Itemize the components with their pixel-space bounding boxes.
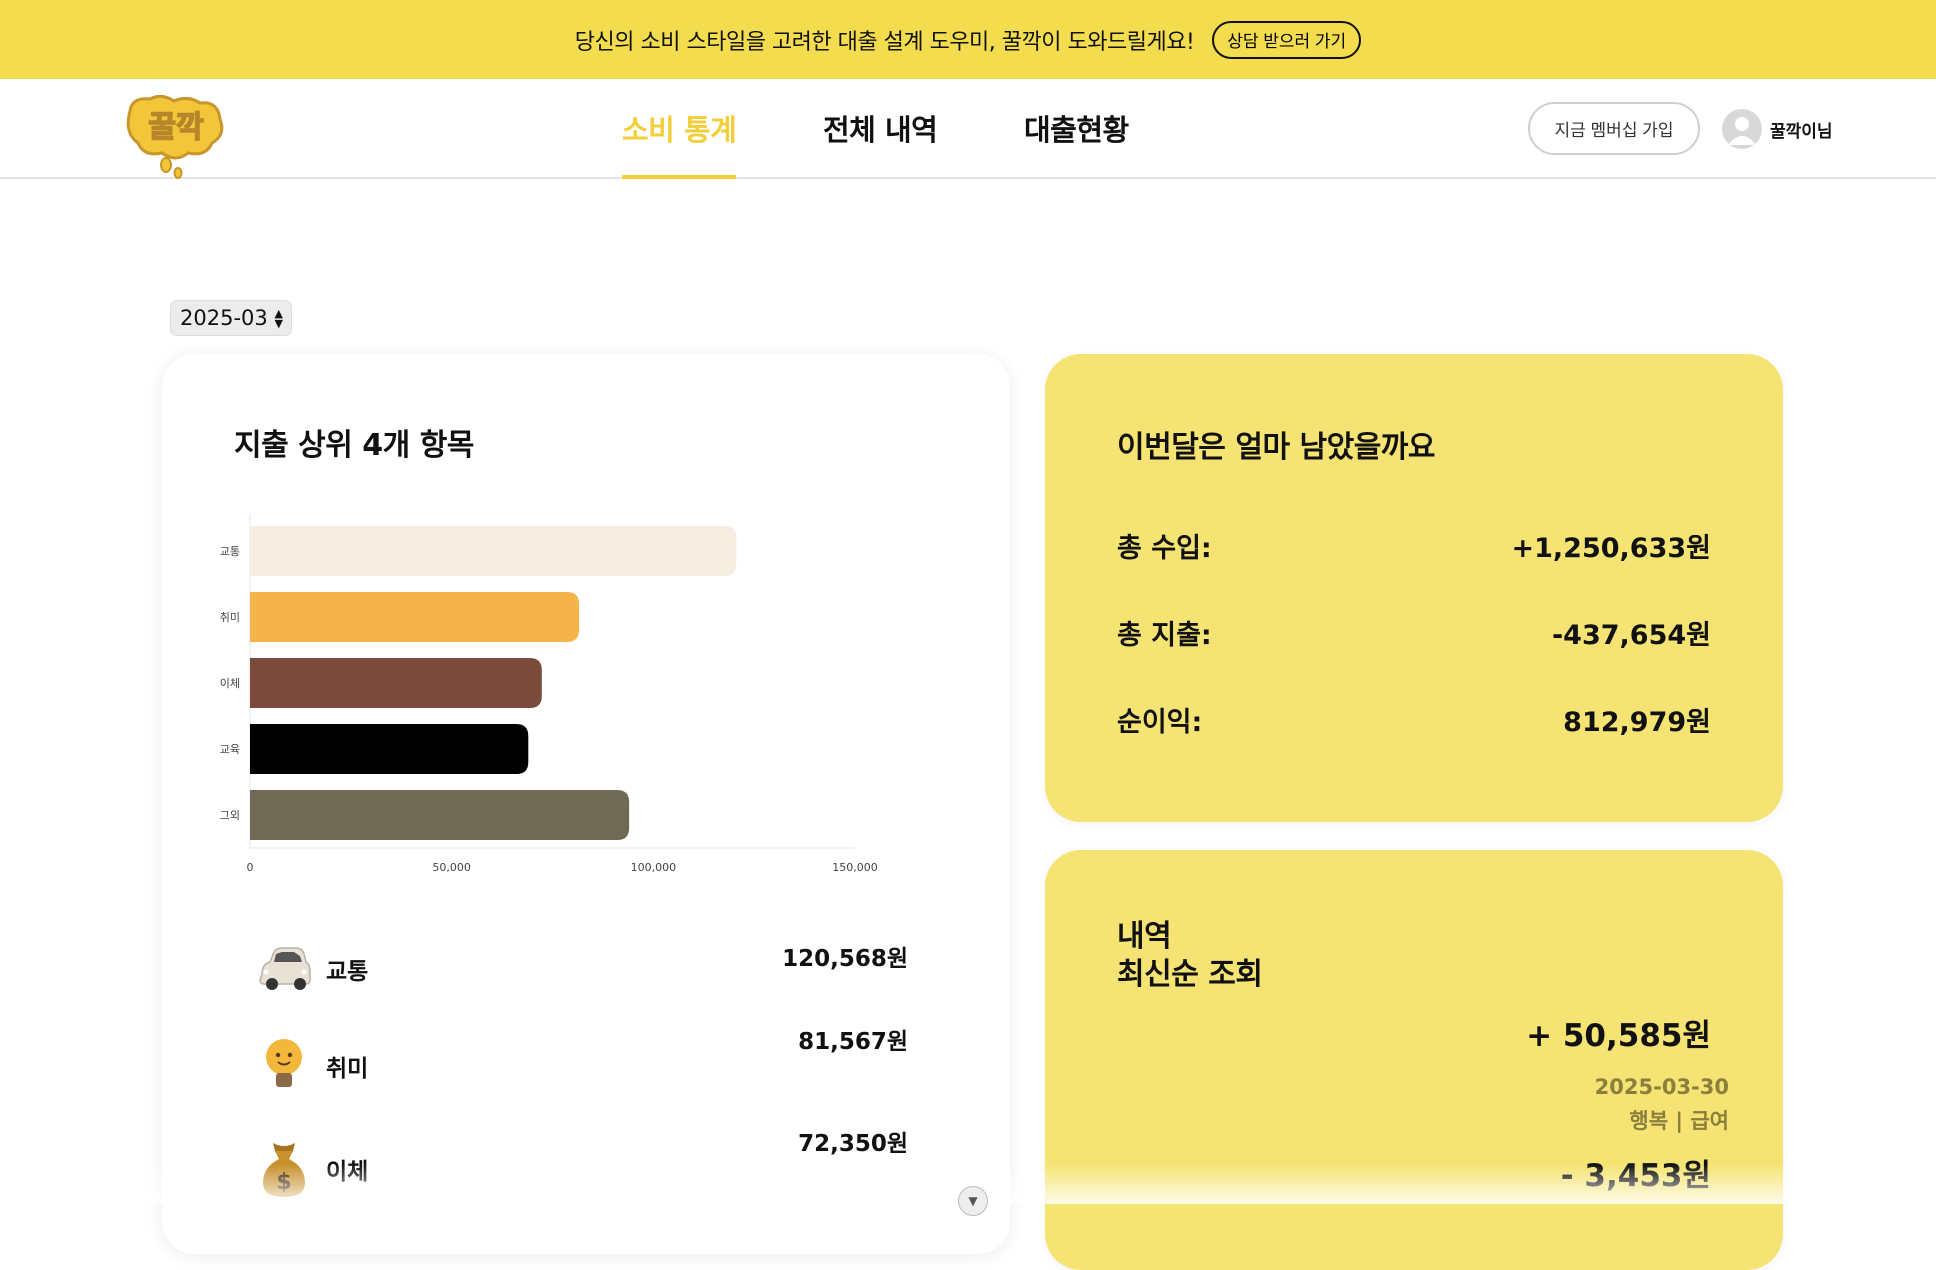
- honey-drop-logo[interactable]: 꿀깍: [122, 91, 232, 171]
- expense-item-hobby[interactable]: 취미 81,567원: [254, 1036, 1004, 1096]
- bar-1: [250, 592, 579, 642]
- history-card: 내역 최신순 조회 + 50,585원 2025-03-30 행복 | 급여 -…: [1045, 850, 1783, 1270]
- lightbulb-icon: [254, 1036, 314, 1096]
- history-title: 내역 최신순 조회: [1117, 918, 1262, 994]
- tab-all-history[interactable]: 전체 내역: [823, 107, 937, 179]
- summary-expense-row: 총 지출: -437,654원: [1117, 613, 1711, 652]
- x-tick-label: 50,000: [432, 861, 471, 874]
- svg-text:꿀깍: 꿀깍: [148, 110, 204, 145]
- bar-2: [250, 658, 542, 708]
- bar-0: [250, 526, 736, 576]
- consult-button[interactable]: 상담 받으러 가기: [1212, 21, 1361, 59]
- scroll-down-icon[interactable]: ▼: [958, 1186, 988, 1216]
- summary-title: 이번달은 얼마 남았을까요: [1117, 422, 1435, 466]
- x-tick-label: 150,000: [832, 861, 878, 874]
- avatar-icon: [1722, 109, 1762, 149]
- summary-value: +1,250,633원: [1512, 526, 1711, 565]
- bar-4: [250, 790, 629, 840]
- y-tick-label: 취미: [220, 611, 240, 624]
- expense-item-amount: 72,350원: [798, 1124, 908, 1158]
- y-tick-label: 교육: [220, 743, 240, 756]
- expense-bar-chart: 교통취미이체교육그외 0 50,000 100,000 150,000: [162, 354, 1010, 914]
- membership-join-button[interactable]: 지금 멤버십 가입: [1528, 102, 1700, 155]
- expense-item-label: 이체: [326, 1152, 368, 1186]
- expense-item-transport[interactable]: 교통 120,568원: [254, 939, 1004, 999]
- y-tick-label: 교통: [220, 545, 240, 558]
- stepper-icon: ▲▼: [275, 309, 283, 329]
- history-title-line1: 내역: [1117, 919, 1171, 954]
- history-entry-amount[interactable]: - 3,453원: [1561, 1150, 1711, 1195]
- summary-value: -437,654원: [1552, 613, 1711, 652]
- history-entry-tag: 행복 | 급여: [1629, 1105, 1729, 1135]
- summary-net-row: 순이익: 812,979원: [1117, 700, 1711, 739]
- summary-label: 총 수입:: [1117, 526, 1212, 565]
- svg-text:$: $: [276, 1170, 291, 1195]
- top-expenses-card: 지출 상위 4개 항목 교통취미이체교육그외 050,000100,000150…: [162, 354, 1010, 1254]
- month-value: 2025-03: [180, 306, 268, 330]
- bar-3: [250, 724, 528, 774]
- summary-income-row: 총 수입: +1,250,633원: [1117, 526, 1711, 565]
- history-entry-amount[interactable]: + 50,585원: [1526, 1010, 1711, 1055]
- monthly-summary-card: 이번달은 얼마 남았을까요 총 수입: +1,250,633원 총 지출: -4…: [1045, 354, 1783, 822]
- expense-item-label: 취미: [326, 1049, 368, 1083]
- expense-item-label: 교통: [326, 952, 368, 986]
- history-entry-date: 2025-03-30: [1595, 1075, 1729, 1099]
- month-select[interactable]: 2025-03 ▲▼: [170, 300, 292, 336]
- history-title-line2: 최신순 조회: [1117, 957, 1262, 992]
- y-tick-label: 그외: [220, 809, 240, 822]
- summary-value: 812,979원: [1563, 700, 1711, 739]
- expense-item-transfer[interactable]: $ 이체 72,350원: [254, 1139, 1004, 1199]
- money-bag-icon: $: [254, 1139, 314, 1199]
- summary-label: 총 지출:: [1117, 613, 1212, 652]
- x-tick-label: 100,000: [631, 861, 677, 874]
- summary-label: 순이익:: [1117, 700, 1202, 739]
- expense-item-amount: 120,568원: [782, 939, 908, 973]
- car-icon: [254, 939, 314, 999]
- tab-spending-stats[interactable]: 소비 통계: [622, 107, 736, 179]
- user-name: 꿀깍이님: [1770, 117, 1833, 142]
- promo-banner: 당신의 소비 스타일을 고려한 대출 설계 도우미, 꿀깍이 도와드릴게요! 상…: [0, 0, 1936, 79]
- top-nav: 꿀깍 소비 통계 전체 내역 대출현황 지금 멤버십 가입 꿀깍이님: [0, 79, 1936, 179]
- expense-item-amount: 81,567원: [798, 1022, 908, 1056]
- x-tick-label: 0: [247, 861, 254, 874]
- tab-loan-status[interactable]: 대출현황: [1024, 107, 1129, 179]
- user-menu[interactable]: 꿀깍이님: [1722, 109, 1833, 149]
- y-tick-label: 이체: [220, 677, 240, 690]
- banner-text: 당신의 소비 스타일을 고려한 대출 설계 도우미, 꿀깍이 도와드릴게요!: [575, 24, 1194, 56]
